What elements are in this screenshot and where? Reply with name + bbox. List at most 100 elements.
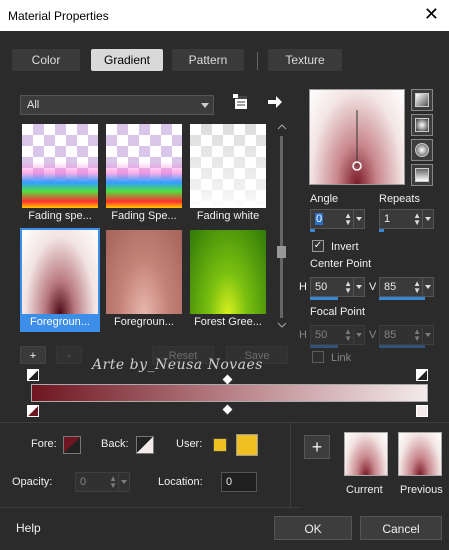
scroll-track xyxy=(280,136,283,318)
location-label: Location: xyxy=(158,476,203,488)
focal-point-label: Focal Point xyxy=(310,306,366,318)
tab-gradient[interactable]: Gradient xyxy=(91,49,163,71)
dropdown-icon[interactable] xyxy=(422,210,433,228)
gradient-label: Foregroun... xyxy=(30,316,90,328)
add-stop-button[interactable]: + xyxy=(20,346,46,364)
focal-h-slider[interactable] xyxy=(310,345,338,348)
sunburst-style-button[interactable] xyxy=(411,139,433,161)
arrow-right-icon[interactable] xyxy=(266,93,284,114)
watermark: Arte by_Neusa Novaes xyxy=(92,357,263,373)
stepper-icon[interactable]: ▲ ▼ xyxy=(413,328,421,343)
color-stop-start[interactable] xyxy=(27,405,39,417)
gradient-item-selected[interactable]: Foregroun... xyxy=(20,228,100,332)
focal-v-slider[interactable] xyxy=(379,345,425,348)
link-checkbox[interactable] xyxy=(312,351,324,363)
transparency-stop-start[interactable] xyxy=(27,369,39,381)
stepper-icon[interactable]: ▲ ▼ xyxy=(344,212,352,227)
focal-h-value: 50 xyxy=(315,329,328,341)
gradient-label: Fading white xyxy=(196,210,260,222)
gradient-thumbnail xyxy=(190,124,266,208)
gradient-item[interactable]: Forest Gree... xyxy=(188,228,268,332)
previous-label: Previous xyxy=(400,484,443,496)
center-h-label: H xyxy=(299,281,307,293)
gradient-preview[interactable] xyxy=(309,89,405,185)
stepper-icon[interactable]: ▲ ▼ xyxy=(344,328,352,343)
color-stop-end[interactable] xyxy=(416,405,428,417)
gradient-thumbnail xyxy=(22,124,98,208)
tab-texture[interactable]: Texture xyxy=(268,49,342,71)
category-value: All xyxy=(27,99,40,111)
gradient-item[interactable]: Fading spe... xyxy=(20,122,100,226)
dropdown-icon[interactable] xyxy=(118,473,129,491)
gradient-thumbnail xyxy=(190,230,266,314)
previous-preview[interactable] xyxy=(398,432,442,476)
scroll-thumb[interactable] xyxy=(277,246,286,258)
stepper-icon[interactable]: ▲ ▼ xyxy=(413,280,421,295)
chevron-up-icon[interactable] xyxy=(276,122,288,132)
divider xyxy=(0,422,449,423)
gradient-item[interactable]: Fading Spe... xyxy=(104,122,184,226)
center-point-handle-icon[interactable] xyxy=(310,90,404,184)
center-v-input[interactable]: 85 ▲ ▼ xyxy=(379,277,434,297)
linear-style-button[interactable] xyxy=(411,89,433,111)
radial-style-button[interactable] xyxy=(411,164,433,186)
focal-h-input[interactable]: 50 ▲ ▼ xyxy=(310,325,365,345)
back-label: Back: xyxy=(101,438,129,450)
gradient-label: Foregroun... xyxy=(114,316,174,328)
transparency-stop-end[interactable] xyxy=(416,369,428,381)
focal-h-label: H xyxy=(299,329,307,341)
dropdown-icon[interactable] xyxy=(353,326,364,344)
back-swatch[interactable] xyxy=(136,436,154,454)
link-label: Link xyxy=(331,352,352,364)
repeats-slider[interactable] xyxy=(379,229,384,232)
center-v-slider[interactable] xyxy=(379,297,425,300)
stepper-icon[interactable]: ▲ ▼ xyxy=(344,280,352,295)
user-swatch[interactable] xyxy=(236,434,258,456)
transparency-midpoint[interactable] xyxy=(222,374,233,385)
divider xyxy=(290,422,291,508)
dropdown-icon[interactable] xyxy=(353,210,364,228)
focal-v-input[interactable]: 85 ▲ ▼ xyxy=(379,325,434,345)
cancel-button[interactable]: Cancel xyxy=(360,516,442,540)
add-to-swatches-button[interactable]: + xyxy=(304,435,330,459)
gradient-bar[interactable] xyxy=(31,384,428,402)
chevron-down-icon[interactable] xyxy=(276,320,288,330)
repeats-input[interactable]: 1 ▲ ▼ xyxy=(379,209,434,229)
location-input[interactable]: 0 xyxy=(221,472,257,492)
dropdown-icon[interactable] xyxy=(353,278,364,296)
rectangular-style-button[interactable] xyxy=(411,114,433,136)
current-label: Current xyxy=(346,484,383,496)
center-h-input[interactable]: 50 ▲ ▼ xyxy=(310,277,365,297)
center-v-label: V xyxy=(369,281,377,293)
dropdown-icon[interactable] xyxy=(422,326,433,344)
gradient-label: Fading Spe... xyxy=(111,210,177,222)
close-icon[interactable]: ✕ xyxy=(424,4,439,25)
gradient-scrollbar[interactable] xyxy=(276,122,288,332)
category-select[interactable]: All xyxy=(20,95,214,115)
invert-checkbox[interactable]: ✓ xyxy=(312,240,324,252)
angle-input[interactable]: 0 ▲ ▼ xyxy=(310,209,365,229)
stepper-icon[interactable]: ▲ ▼ xyxy=(109,475,117,490)
stepper-icon[interactable]: ▲ ▼ xyxy=(413,212,421,227)
opacity-input[interactable]: 0 ▲ ▼ xyxy=(75,472,130,492)
help-link[interactable]: Help xyxy=(16,521,41,535)
gradient-item[interactable]: Fading white xyxy=(188,122,268,226)
user-swatch-small[interactable] xyxy=(213,438,227,452)
center-h-value: 50 xyxy=(315,281,328,293)
color-midpoint[interactable] xyxy=(222,404,233,415)
tab-color[interactable]: Color xyxy=(12,49,80,71)
ok-button[interactable]: OK xyxy=(274,516,352,540)
gradient-library-icon[interactable] xyxy=(232,93,250,114)
angle-label: Angle xyxy=(310,193,339,205)
remove-stop-button[interactable]: - xyxy=(56,346,82,364)
fore-swatch[interactable] xyxy=(63,436,81,454)
gradient-item[interactable]: Foregroun... xyxy=(104,228,184,332)
angle-slider[interactable] xyxy=(310,229,315,232)
gradient-grid: Fading spe... Fading Spe... Fading white… xyxy=(18,122,272,332)
tab-pattern[interactable]: Pattern xyxy=(172,49,244,71)
center-h-slider[interactable] xyxy=(310,297,338,300)
dropdown-icon[interactable] xyxy=(422,278,433,296)
fore-label: Fore: xyxy=(31,438,57,450)
focal-v-label: V xyxy=(369,329,377,341)
location-value: 0 xyxy=(226,476,233,488)
